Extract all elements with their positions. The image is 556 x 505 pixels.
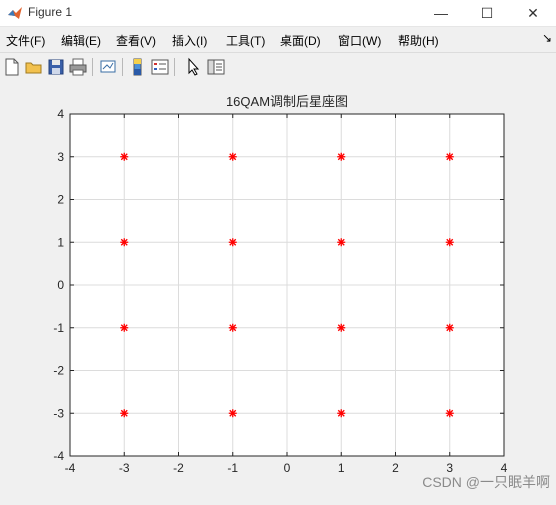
constellation-point bbox=[120, 323, 129, 332]
close-icon: ✕ bbox=[527, 4, 539, 21]
constellation-point bbox=[120, 152, 129, 161]
y-tick-label: -2 bbox=[53, 364, 64, 378]
constellation-chart[interactable]: -4 -3 -2 -1 0 1 2 3 4 -4 -3 -2 -1 0 1 2 3 4 16QAM调制后星座图 C… bbox=[0, 81, 556, 500]
toolbar-separator bbox=[92, 58, 93, 76]
print-icon[interactable] bbox=[68, 57, 88, 77]
x-tick-label: 0 bbox=[284, 461, 291, 475]
x-tick-label: 2 bbox=[392, 461, 399, 475]
watermark-text: CSDN @一只眠羊啊 bbox=[422, 474, 550, 490]
link-plot-icon[interactable] bbox=[98, 57, 118, 77]
constellation-point bbox=[228, 152, 237, 161]
maximize-button[interactable]: ☐ bbox=[464, 0, 510, 26]
constellation-point bbox=[337, 238, 346, 247]
constellation-point bbox=[228, 409, 237, 418]
y-tick-label: -1 bbox=[53, 321, 64, 335]
figure-area: -4 -3 -2 -1 0 1 2 3 4 -4 -3 -2 -1 0 1 2 3 4 16QAM调制后星座图 C… bbox=[0, 81, 556, 500]
constellation-point bbox=[445, 409, 454, 418]
constellation-point bbox=[445, 152, 454, 161]
minimize-icon: — bbox=[434, 5, 448, 21]
menu-desktop[interactable]: 桌面(D) bbox=[280, 32, 321, 49]
y-tick-label: 2 bbox=[57, 193, 64, 207]
menu-insert[interactable]: 插入(I) bbox=[172, 32, 207, 49]
x-tick-label: -1 bbox=[227, 461, 238, 475]
y-tick-label: 0 bbox=[57, 278, 64, 292]
window-titlebar: Figure 1 — ☐ ✕ bbox=[0, 0, 556, 27]
x-tick-label: 3 bbox=[446, 461, 453, 475]
constellation-point bbox=[337, 409, 346, 418]
menu-help[interactable]: 帮助(H) bbox=[398, 32, 439, 49]
figure-toolbar bbox=[0, 52, 556, 82]
matlab-logo-icon bbox=[8, 7, 22, 19]
constellation-point bbox=[120, 238, 129, 247]
new-figure-icon[interactable] bbox=[2, 57, 22, 77]
insert-legend-icon[interactable] bbox=[150, 57, 170, 77]
edit-plot-arrow-icon[interactable] bbox=[184, 57, 204, 77]
menu-view[interactable]: 查看(V) bbox=[116, 32, 156, 49]
menu-file[interactable]: 文件(F) bbox=[6, 32, 45, 49]
menubar: 文件(F) 编辑(E) 查看(V) 插入(I) 工具(T) 桌面(D) 窗口(W… bbox=[0, 27, 556, 51]
y-tick-label: 3 bbox=[57, 150, 64, 164]
minimize-button[interactable]: — bbox=[418, 0, 464, 26]
constellation-point bbox=[445, 323, 454, 332]
x-tick-label: -3 bbox=[119, 461, 130, 475]
open-file-icon[interactable] bbox=[24, 57, 44, 77]
toolbar-separator bbox=[122, 58, 123, 76]
x-tick-label: 1 bbox=[338, 461, 345, 475]
menu-edit[interactable]: 编辑(E) bbox=[61, 32, 101, 49]
insert-colorbar-icon[interactable] bbox=[128, 57, 148, 77]
chart-title: 16QAM调制后星座图 bbox=[226, 94, 348, 109]
save-icon[interactable] bbox=[46, 57, 66, 77]
y-tick-label: 4 bbox=[57, 107, 64, 121]
constellation-point bbox=[337, 323, 346, 332]
constellation-point bbox=[228, 323, 237, 332]
x-tick-label: -4 bbox=[65, 461, 76, 475]
constellation-point bbox=[120, 409, 129, 418]
menu-window[interactable]: 窗口(W) bbox=[338, 32, 381, 49]
y-tick-label: 1 bbox=[57, 235, 64, 249]
constellation-point bbox=[337, 152, 346, 161]
menu-tools[interactable]: 工具(T) bbox=[226, 32, 265, 49]
y-tick-label: -3 bbox=[53, 406, 64, 420]
toolbar-separator bbox=[174, 58, 175, 76]
x-tick-label: -2 bbox=[173, 461, 184, 475]
x-tick-label: 4 bbox=[501, 461, 508, 475]
constellation-point bbox=[228, 238, 237, 247]
window-title: Figure 1 bbox=[28, 5, 73, 19]
maximize-icon: ☐ bbox=[480, 4, 494, 21]
constellation-point bbox=[445, 238, 454, 247]
y-tick-label: -4 bbox=[53, 449, 64, 463]
close-button[interactable]: ✕ bbox=[510, 0, 556, 26]
menubar-overflow-icon[interactable]: ↘ bbox=[542, 31, 552, 45]
property-editor-icon[interactable] bbox=[206, 57, 226, 77]
